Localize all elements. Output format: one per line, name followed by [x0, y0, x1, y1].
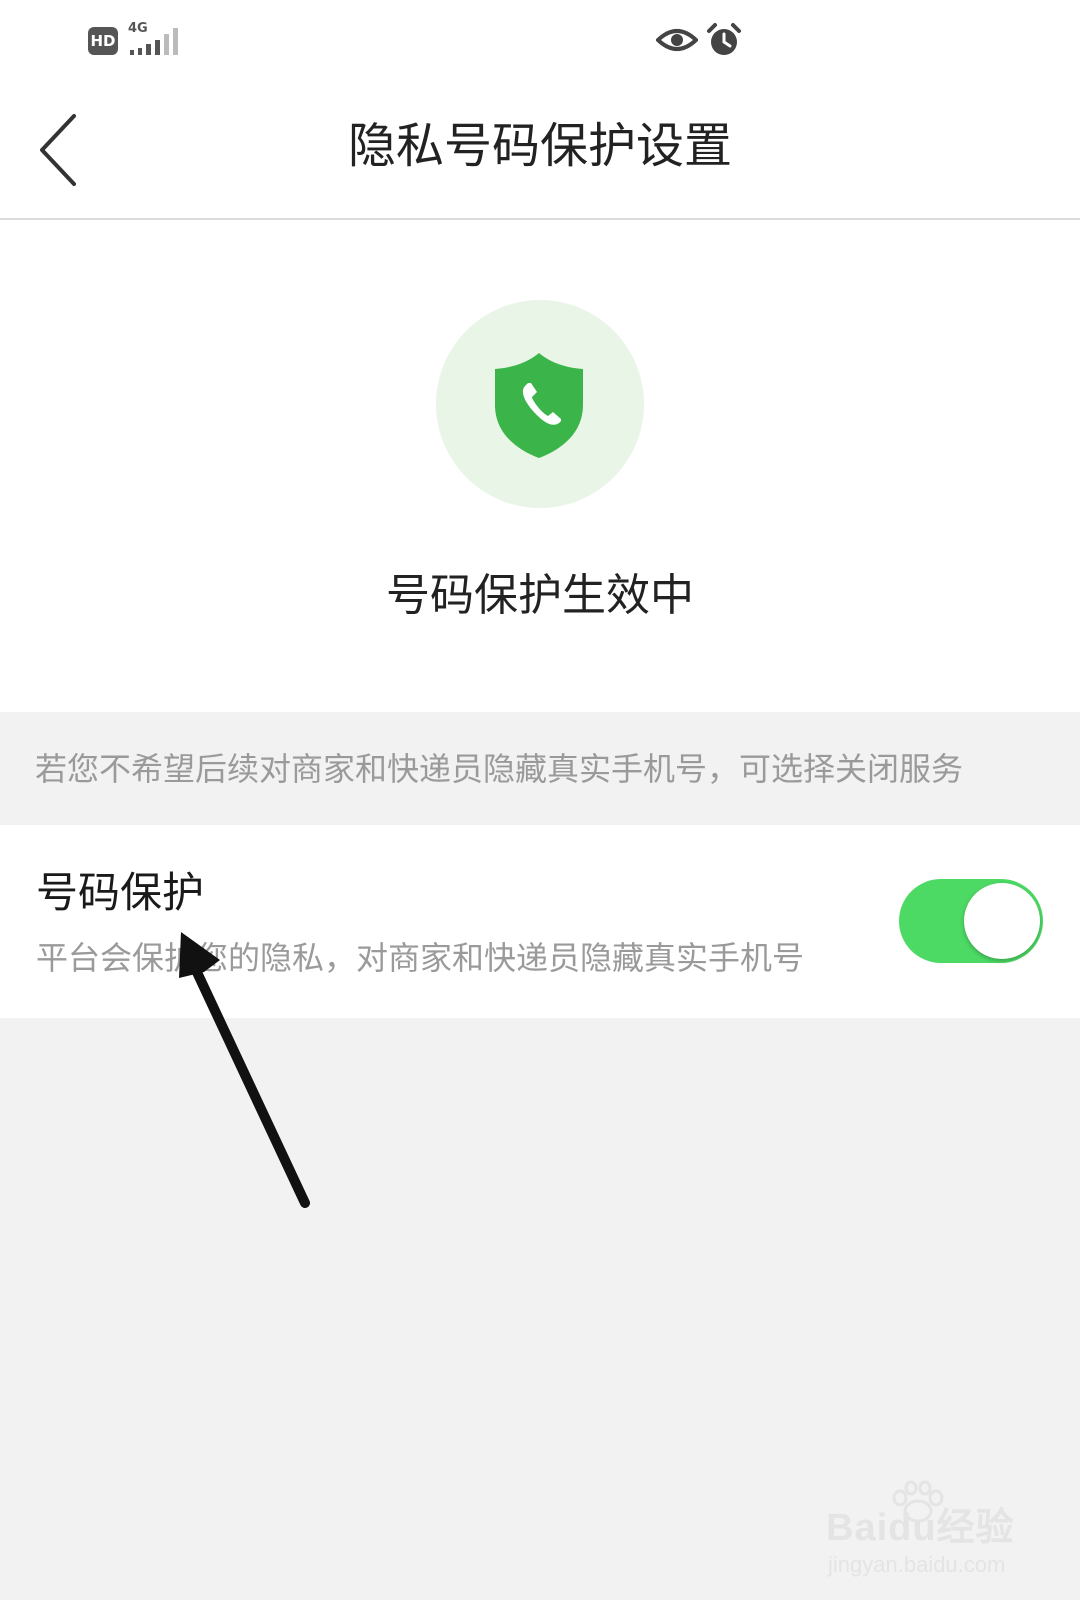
baidu-watermark: Baidu经验 jingyan.baidu.com	[826, 1480, 1026, 1590]
watermark-url: jingyan.baidu.com	[828, 1552, 1006, 1577]
status-hero: 号码保护生效中	[0, 220, 1080, 712]
alarm-clock-icon	[707, 23, 741, 55]
setting-title: 号码保护	[36, 868, 205, 917]
watermark-brand: Baidu经验	[826, 1507, 1015, 1549]
shield-badge	[436, 300, 644, 508]
number-protection-setting: 号码保护 平台会保护您的隐私，对商家和快递员隐藏真实手机号	[0, 825, 1080, 1018]
toggle-knob	[964, 883, 1040, 959]
shield-phone-icon	[495, 353, 583, 458]
protection-status-text: 号码保护生效中	[386, 570, 694, 621]
signal-icon	[130, 28, 178, 55]
page-title: 隐私号码保护设置	[347, 118, 732, 174]
number-protection-toggle[interactable]	[899, 879, 1043, 963]
hd-icon: HD	[88, 27, 118, 55]
navigation-bar: 隐私号码保护设置	[0, 80, 1080, 220]
hint-text: 若您不希望后续对商家和快递员隐藏真实手机号，可选择关闭服务	[35, 750, 964, 788]
setting-description: 平台会保护您的隐私，对商家和快递员隐藏真实手机号	[36, 939, 805, 977]
status-bar: HD 4G	[0, 0, 1080, 80]
hint-section: 若您不希望后续对商家和快递员隐藏真实手机号，可选择关闭服务	[0, 712, 1080, 825]
eye-icon	[656, 29, 698, 51]
